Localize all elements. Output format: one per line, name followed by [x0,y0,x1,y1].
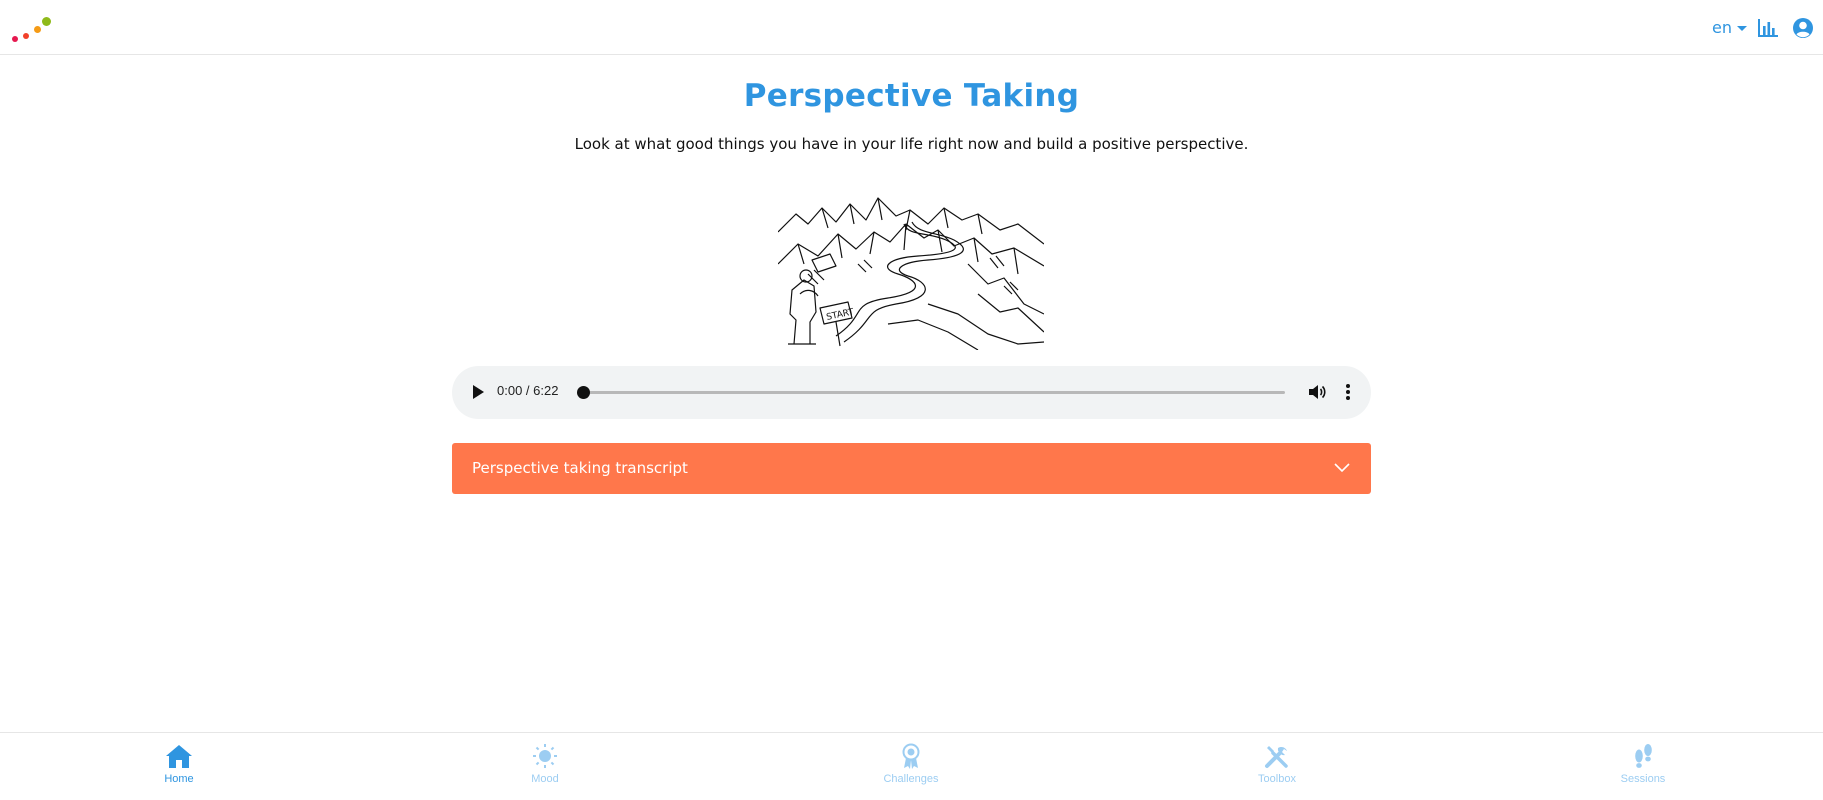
audio-seek-thumb[interactable] [576,386,590,399]
page-title: Perspective Taking [743,78,1080,114]
more-options-icon[interactable] [1344,382,1352,402]
sun-icon [533,744,557,768]
nav-label-home: Home [164,773,194,785]
user-circle-icon[interactable] [1792,17,1814,39]
footsteps-icon [1635,744,1652,768]
page-subtitle: Look at what good things you have in you… [574,135,1249,153]
caret-down-icon [1736,25,1747,31]
nav-item-sessions[interactable]: Sessions [1583,739,1703,795]
language-selector[interactable]: en [1712,18,1747,37]
bottom-navigation: Home Mood Challenges Toolbox Sessions [0,732,1823,800]
nav-label-mood: Mood [531,773,559,785]
nav-item-mood[interactable]: Mood [485,739,605,795]
award-icon [902,743,920,769]
nav-item-toolbox[interactable]: Toolbox [1217,739,1337,795]
home-icon [166,745,192,768]
audio-seek-bar[interactable] [583,391,1285,394]
audio-time: 0:00 / 6:22 [497,383,559,398]
nav-label-sessions: Sessions [1620,773,1666,785]
volume-icon[interactable] [1307,382,1327,402]
top-bar: en [0,0,1823,55]
nav-item-challenges[interactable]: Challenges [851,739,971,795]
play-icon[interactable] [471,383,485,401]
transcript-accordion-label: Perspective taking transcript [472,459,688,477]
nav-label-toolbox: Toolbox [1258,773,1296,785]
mountains-start-sign-illustration: START [778,197,1044,350]
tools-icon [1265,746,1288,768]
nav-label-challenges: Challenges [883,773,939,785]
nav-item-home[interactable]: Home [119,739,239,795]
audio-player: 0:00 / 6:22 [452,366,1371,419]
dots-logo[interactable] [10,14,54,44]
language-label: en [1712,18,1732,37]
chevron-down-icon [1334,463,1350,473]
bar-chart-icon[interactable] [1757,18,1779,38]
transcript-accordion[interactable]: Perspective taking transcript [452,443,1371,494]
